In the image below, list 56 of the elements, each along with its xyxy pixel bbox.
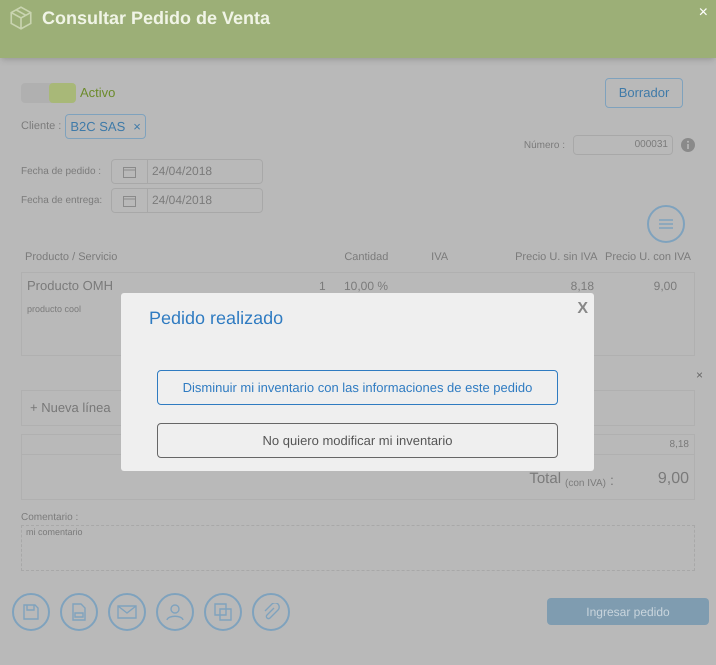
- dialog-close-button[interactable]: X: [577, 297, 588, 321]
- price-cell-text: 9,00: [652, 278, 677, 294]
- window-title: Consultar Pedido de Venta: [42, 7, 270, 30]
- total-note: (con IVA): [565, 476, 606, 490]
- submit-button[interactable]: Ingresar pedido: [547, 598, 709, 625]
- quantity-cell-text: 1: [319, 278, 327, 294]
- date-label: Fecha de entrega:: [21, 194, 104, 208]
- column-header: IVA: [430, 250, 448, 265]
- save-button[interactable]: [12, 592, 50, 630]
- box-icon: [8, 5, 34, 31]
- date-field[interactable]: 24/04/2018: [111, 159, 263, 184]
- calendar-icon: [123, 166, 136, 178]
- column-header: Producto / Servicio: [25, 250, 118, 265]
- subtotal-value: 8,18: [670, 438, 689, 452]
- status-label: Activo: [80, 84, 116, 102]
- product-name: Producto OMH: [27, 276, 114, 295]
- remove-line-button[interactable]: ×: [696, 366, 703, 384]
- client-label: Cliente :: [21, 119, 62, 134]
- status-toggle[interactable]: [21, 82, 76, 103]
- column-header: Precio U. sin IVA: [514, 250, 598, 265]
- dialog-option-button[interactable]: Disminuir mi inventario con las informaciones de este pedido: [157, 370, 558, 405]
- calendar-icon: [123, 194, 136, 206]
- iva-cell-text: 10,00 %: [344, 278, 390, 294]
- contact-button[interactable]: [156, 592, 194, 630]
- pdf-button[interactable]: [60, 592, 98, 630]
- menu-button[interactable]: [647, 205, 685, 243]
- attach-button[interactable]: [252, 592, 290, 630]
- comment-label: Comentario :: [21, 510, 80, 524]
- product-description: producto cool: [26, 304, 82, 314]
- draft-button[interactable]: Borrador: [605, 78, 683, 108]
- email-button[interactable]: [108, 592, 146, 630]
- dialog-title: Pedido realizado: [149, 307, 284, 330]
- person-icon: [166, 602, 184, 620]
- total-label: Total: [529, 469, 562, 489]
- number-field[interactable]: 000031: [573, 135, 673, 155]
- client-name: B2C SAS: [70, 118, 126, 136]
- save-icon: [22, 602, 40, 620]
- envelope-icon: [117, 604, 137, 618]
- close-button[interactable]: ×: [698, 5, 708, 21]
- column-header: Precio U. con IVA: [604, 250, 691, 265]
- price-cell-text: 8,18: [570, 278, 594, 294]
- info-icon: [681, 138, 695, 152]
- remove-client-button[interactable]: ×: [133, 116, 141, 136]
- date-label: Fecha de pedido :: [21, 165, 102, 179]
- copy-button[interactable]: [204, 592, 242, 630]
- number-label: Número :: [524, 138, 565, 152]
- paperclip-icon: [262, 602, 280, 620]
- total-value: 9,00: [658, 468, 689, 488]
- comment-field[interactable]: mi comentario: [21, 524, 695, 570]
- date-field[interactable]: 24/04/2018: [111, 188, 263, 213]
- dialog-option-button[interactable]: No quiero modificar mi inventario: [157, 423, 558, 458]
- copy-icon: [214, 602, 232, 620]
- document-icon: [71, 602, 87, 620]
- total-colon: :: [610, 470, 614, 490]
- column-header: Cantidad: [343, 250, 388, 265]
- menu-icon: [659, 219, 673, 229]
